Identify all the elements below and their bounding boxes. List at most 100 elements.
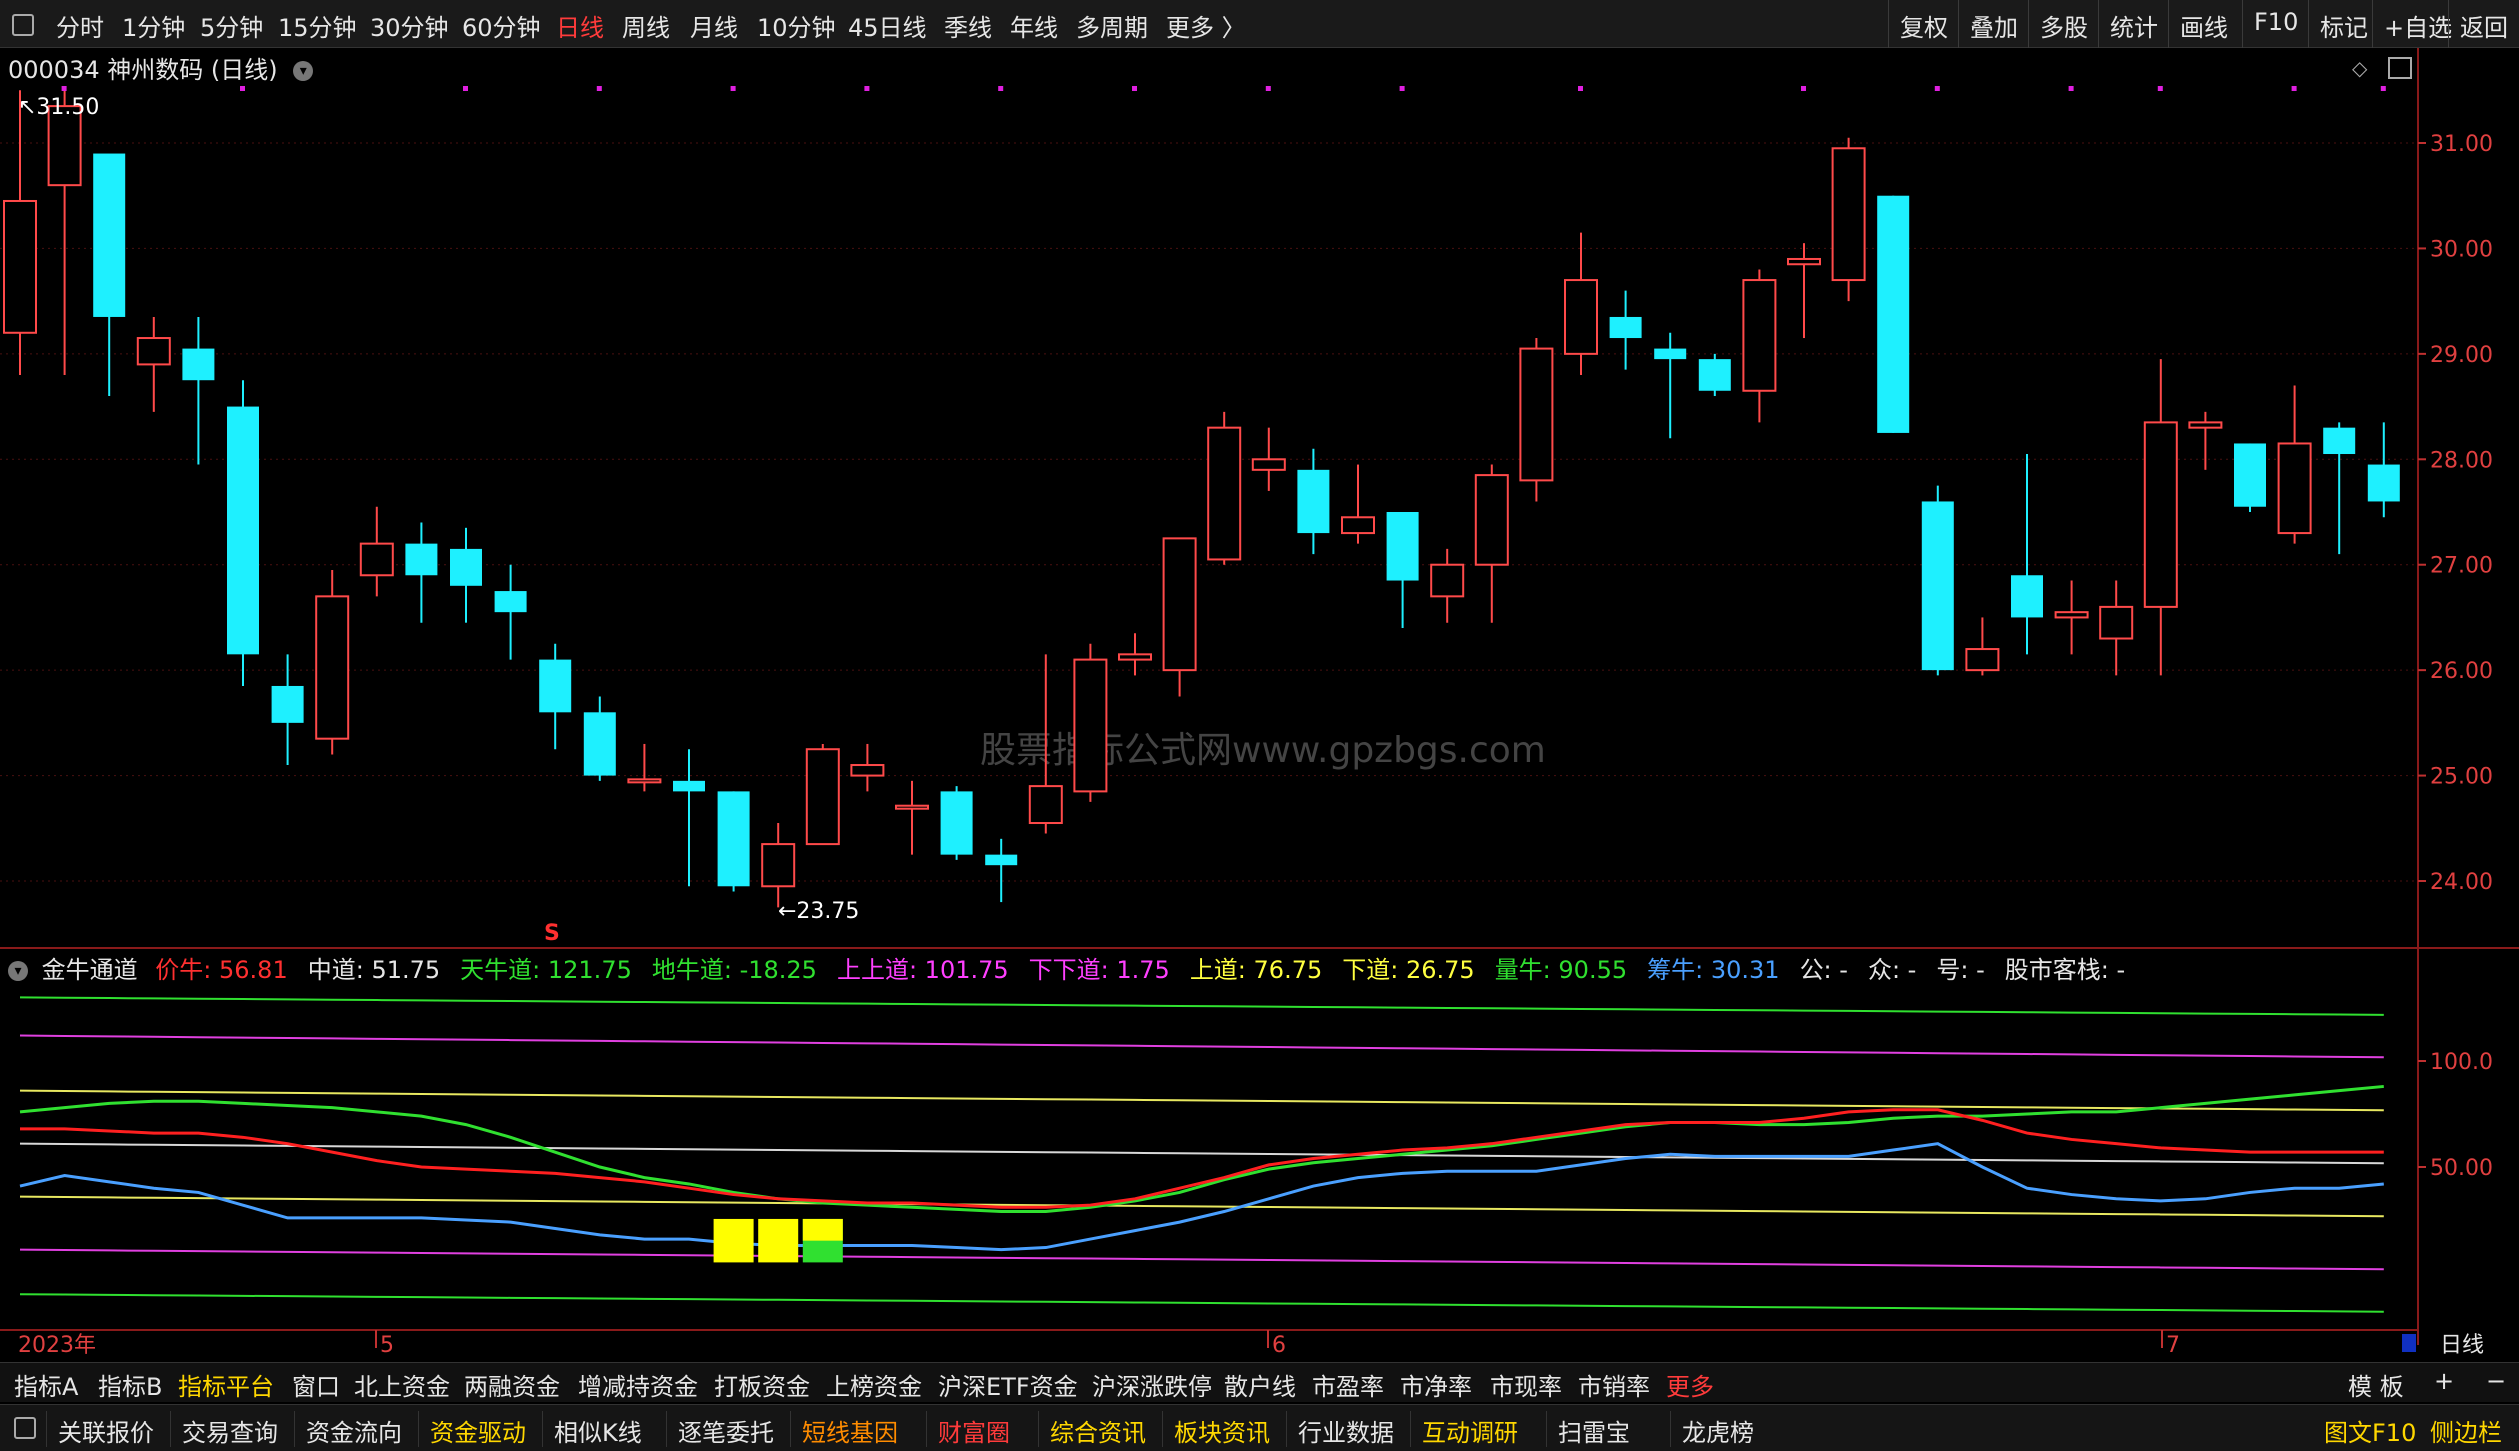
- period-7[interactable]: 周线: [622, 8, 670, 43]
- toolbar-btn-6[interactable]: 标记: [2320, 8, 2368, 43]
- volume-bull-line: [19, 1084, 2384, 1214]
- tab-13[interactable]: 市净率: [1400, 1367, 1472, 1402]
- tab-9[interactable]: 沪深ETF资金: [938, 1367, 1078, 1402]
- toolbar-btn-8[interactable]: 返回: [2460, 8, 2508, 43]
- candle: [940, 786, 973, 860]
- toolbar-btn-0[interactable]: 复权: [1900, 8, 1948, 43]
- tab-2[interactable]: 指标平台: [178, 1367, 274, 1402]
- lower-lower-line: [19, 1248, 2384, 1271]
- tab-14[interactable]: 市现率: [1490, 1367, 1562, 1402]
- toolbar-btn-5[interactable]: F10: [2254, 8, 2298, 36]
- tab-12[interactable]: 市盈率: [1312, 1367, 1384, 1402]
- tab-right-2[interactable]: −: [2486, 1367, 2506, 1395]
- period-9[interactable]: 10分钟: [757, 8, 836, 43]
- function-tab-9[interactable]: 板块资讯: [1174, 1413, 1270, 1448]
- toolbar-divider: [2372, 0, 2373, 48]
- signal-dot: [463, 86, 468, 91]
- indicator-item: 上道: 76.75: [1190, 956, 1332, 984]
- watermark-text: 股票指标公式网www.gpzbgs.com: [980, 730, 1546, 771]
- candle: [494, 564, 527, 660]
- window-menu-icon[interactable]: [12, 14, 34, 36]
- function-tab-11[interactable]: 互动调研: [1422, 1413, 1518, 1448]
- function-tab-right-0[interactable]: 图文F10: [2324, 1413, 2416, 1448]
- tab-16[interactable]: 更多: [1666, 1367, 1714, 1402]
- function-tab-8[interactable]: 综合资讯: [1050, 1413, 1146, 1448]
- toolbar-btn-2[interactable]: 多股: [2040, 8, 2088, 43]
- tab-divider: [1162, 1411, 1163, 1447]
- tab-6[interactable]: 增减持资金: [578, 1367, 698, 1402]
- function-tab-6[interactable]: 短线基因: [802, 1413, 898, 1448]
- toolbar-btn-7[interactable]: +自选: [2384, 8, 2452, 43]
- signal-dot: [240, 86, 245, 91]
- candle: [405, 522, 438, 623]
- period-5[interactable]: 60分钟: [462, 8, 541, 43]
- indicator-item-label: 号:: [1936, 956, 1977, 984]
- function-tab-12[interactable]: 扫雷宝: [1558, 1413, 1630, 1448]
- tab-3[interactable]: 窗口: [292, 1367, 340, 1402]
- indicator-item-label: 下下道:: [1028, 956, 1117, 984]
- function-tab-1[interactable]: 交易查询: [182, 1413, 278, 1448]
- signal-dot: [2157, 86, 2163, 91]
- tab-7[interactable]: 打板资金: [714, 1367, 810, 1402]
- function-tabs: 关联报价 交易查询 资金流向 资金驱动 相似K线 逐笔委托 短线基因 财富圈 综合资讯 板块资讯行…: [0, 1404, 2519, 1451]
- candle: [583, 696, 616, 781]
- period-12[interactable]: 年线: [1010, 8, 1058, 43]
- tab-8[interactable]: 上榜资金: [826, 1367, 922, 1402]
- period-3[interactable]: 15分钟: [278, 8, 357, 43]
- indicator-item-label: 上道:: [1189, 956, 1254, 984]
- candle: [1118, 633, 1152, 676]
- function-tab-3[interactable]: 资金驱动: [430, 1413, 526, 1448]
- toolbar-btn-3[interactable]: 统计: [2110, 8, 2158, 43]
- candle: [1028, 654, 1063, 834]
- candle: [1609, 290, 1642, 370]
- tab-1[interactable]: 指标B: [98, 1367, 162, 1402]
- indicator-item-value: -: [1907, 956, 1917, 984]
- indicator-tabs: 指标A 指标B 指标平台 窗口 北上资金 两融资金 增减持资金 打板资金 上榜资金 沪深ETF资金…: [0, 1362, 2519, 1402]
- chevron-down-icon[interactable]: ▾: [8, 961, 28, 981]
- candle: [2234, 443, 2266, 512]
- tab-11[interactable]: 散户线: [1224, 1367, 1296, 1402]
- price-tick-label: 24.00: [2430, 870, 2493, 895]
- period-6[interactable]: 日线: [556, 8, 604, 43]
- tab-0[interactable]: 指标A: [14, 1367, 78, 1402]
- chevron-down-icon[interactable]: ▾: [293, 61, 314, 81]
- function-tab-0[interactable]: 关联报价: [58, 1413, 154, 1448]
- toolbar-btn-1[interactable]: 叠加: [1970, 8, 2018, 43]
- indicator-item-label: 天牛道:: [460, 956, 548, 984]
- panel-toggle-icon[interactable]: [2388, 57, 2412, 79]
- period-11[interactable]: 季线: [944, 8, 992, 43]
- candle: [1297, 448, 1330, 555]
- period-2[interactable]: 5分钟: [200, 8, 263, 43]
- upper-upper-line: [19, 1034, 2384, 1059]
- tab-10[interactable]: 沪深涨跌停: [1092, 1367, 1212, 1402]
- period-1[interactable]: 1分钟: [122, 8, 185, 43]
- toolbar-divider: [2448, 0, 2449, 48]
- tab-5[interactable]: 两融资金: [464, 1367, 560, 1402]
- function-tab-13[interactable]: 龙虎榜: [1682, 1413, 1754, 1448]
- period-0[interactable]: 分时: [56, 8, 104, 43]
- indicator-item-value: -: [1839, 956, 1848, 984]
- indicator-item: 公: -: [1800, 956, 1858, 984]
- candlestick-chart[interactable]: 股票指标公式网www.gpzbgs.com 31.00 30.00 29.00 28.…: [0, 0, 2519, 1451]
- window-menu-icon[interactable]: [14, 1417, 36, 1439]
- function-tab-5[interactable]: 逐笔委托: [678, 1413, 774, 1448]
- indicator-item: 天牛道: 121.75: [460, 956, 642, 984]
- period-13[interactable]: 多周期: [1076, 8, 1148, 43]
- toolbar-btn-4[interactable]: 画线: [2180, 8, 2228, 43]
- tab-right-1[interactable]: +: [2434, 1367, 2454, 1395]
- indicator-item: 号: -: [1936, 956, 1994, 984]
- period-4[interactable]: 30分钟: [370, 8, 449, 43]
- function-tab-2[interactable]: 资金流向: [306, 1413, 402, 1448]
- tab-4[interactable]: 北上资金: [354, 1367, 450, 1402]
- period-10[interactable]: 45日线: [848, 8, 927, 43]
- tab-divider: [170, 1411, 171, 1447]
- function-tab-right-1[interactable]: 侧边栏: [2430, 1413, 2502, 1448]
- period-8[interactable]: 月线: [690, 8, 738, 43]
- diamond-icon[interactable]: ◇: [2352, 56, 2367, 80]
- function-tab-4[interactable]: 相似K线: [554, 1413, 642, 1448]
- function-tab-10[interactable]: 行业数据: [1298, 1413, 1394, 1448]
- tab-15[interactable]: 市销率: [1578, 1367, 1650, 1402]
- period-14[interactable]: 更多 〉: [1166, 8, 1246, 43]
- tab-right-0[interactable]: 模 板: [2348, 1367, 2404, 1402]
- function-tab-7[interactable]: 财富圈: [938, 1413, 1010, 1448]
